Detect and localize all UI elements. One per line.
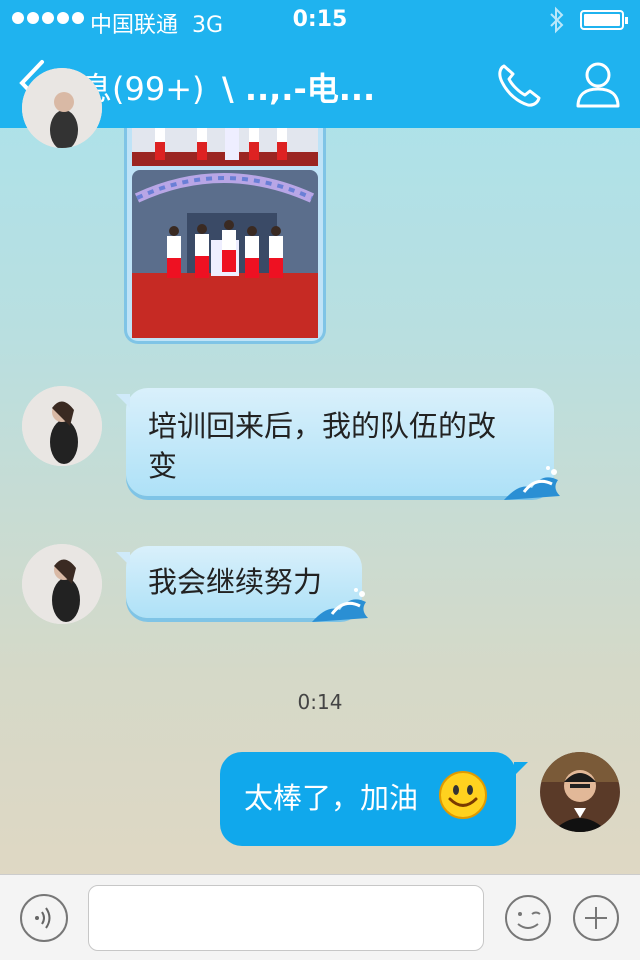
message-input[interactable]: [88, 885, 484, 951]
image-message[interactable]: [124, 128, 326, 344]
emoji-button[interactable]: [504, 894, 552, 942]
message-timestamp: 0:14: [297, 690, 343, 714]
smiley-icon: [439, 771, 487, 819]
message-bubble[interactable]: 我会继续努力: [116, 546, 368, 622]
plus-icon: [573, 895, 619, 941]
status-time: 0:15: [292, 7, 348, 32]
avatar[interactable]: [22, 386, 102, 466]
status-bar: 中国联通 3G 0:15: [0, 0, 640, 40]
message-text: 培训回来后，我的队伍的改: [148, 409, 497, 443]
message-text: 太棒了，加油: [244, 781, 419, 815]
voice-button[interactable]: [20, 894, 68, 942]
chat-title: \ ..,.-电...: [222, 70, 376, 108]
bubble-tail: [514, 762, 528, 776]
message-bubble-self[interactable]: 太棒了，加油: [220, 752, 528, 846]
bubble-tail: [116, 552, 130, 566]
voice-icon: [35, 907, 51, 929]
avatar[interactable]: [22, 68, 102, 148]
battery-icon: [580, 10, 628, 30]
person-icon[interactable]: [572, 58, 624, 110]
avatar[interactable]: [22, 544, 102, 624]
bluetooth-icon: [548, 6, 566, 40]
emoji-icon: [505, 895, 551, 941]
wave-decoration-icon: [312, 588, 368, 622]
message-text: 变: [148, 449, 178, 483]
bubble-tail: [116, 394, 130, 408]
phone-icon[interactable]: [494, 60, 544, 110]
input-bar: [0, 874, 640, 960]
plus-button[interactable]: [572, 894, 620, 942]
wave-decoration-icon: [504, 466, 560, 500]
message-bubble[interactable]: 培训回来后，我的队伍的改 变: [116, 388, 560, 500]
avatar-self[interactable]: [540, 752, 620, 832]
